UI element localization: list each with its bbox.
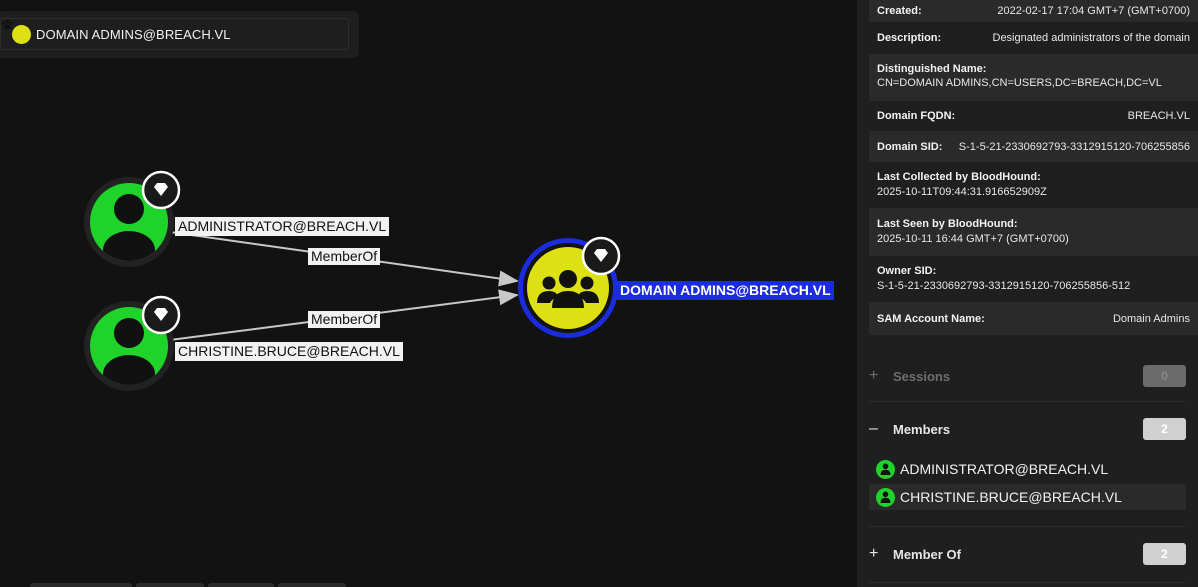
collapse-icon: –: [869, 420, 878, 437]
member-item-christine-bruce[interactable]: CHRISTINE.BRUCE@BREACH.VL: [869, 484, 1186, 510]
prop-key: Last Collected by BloodHound:: [877, 171, 1041, 183]
prop-key: Domain SID:: [877, 140, 943, 153]
graph-canvas[interactable]: DOMAIN ADMINS@BREACH.VL ADMINISTRATOR@BR…: [0, 0, 857, 587]
tier-zero-icon: [581, 236, 621, 276]
bottom-toolbar: [30, 583, 346, 587]
toolbar-tab[interactable]: [30, 583, 132, 587]
search-value: DOMAIN ADMINS@BREACH.VL: [36, 26, 231, 42]
user-icon: [876, 487, 895, 507]
entity-info-panel: Created: 2022-02-17 17:04 GMT+7 (GMT+070…: [857, 0, 1198, 587]
section-member-of[interactable]: + Member Of 2: [869, 540, 1186, 568]
prop-key: Created:: [877, 5, 922, 17]
count-badge: 2: [1143, 543, 1186, 565]
node-label-domain-admins[interactable]: DOMAIN ADMINS@BREACH.VL: [617, 281, 834, 300]
prop-key: SAM Account Name:: [877, 312, 985, 325]
divider: [869, 526, 1186, 527]
divider: [869, 401, 1186, 402]
prop-value: Designated administrators of the domain: [992, 32, 1191, 44]
search-input[interactable]: DOMAIN ADMINS@BREACH.VL: [0, 18, 349, 50]
expand-icon: +: [869, 367, 879, 384]
user-icon: [876, 459, 895, 479]
member-label: ADMINISTRATOR@BREACH.VL: [900, 461, 1109, 477]
section-title: Sessions: [893, 368, 951, 384]
member-item-administrator[interactable]: ADMINISTRATOR@BREACH.VL: [869, 456, 1186, 482]
prop-key: Owner SID:: [877, 265, 937, 277]
prop-created: Created: 2022-02-17 17:04 GMT+7 (GMT+070…: [869, 0, 1198, 22]
section-title: Members: [893, 421, 951, 437]
expand-icon: +: [869, 545, 879, 562]
search-panel: DOMAIN ADMINS@BREACH.VL: [0, 11, 359, 58]
member-label: CHRISTINE.BRUCE@BREACH.VL: [900, 489, 1122, 505]
section-members[interactable]: – Members 2: [869, 415, 1186, 443]
prop-distinguished-name: Distinguished Name: CN=DOMAIN ADMINS,CN=…: [869, 54, 1198, 101]
prop-last-seen: Last Seen by BloodHound: 2025-10-11 16:4…: [869, 208, 1198, 256]
prop-owner-sid: Owner SID: S-1-5-21-2330692793-331291512…: [869, 256, 1198, 302]
divider: [869, 582, 1186, 583]
toolbar-tab[interactable]: [136, 583, 204, 587]
prop-description: Description: Designated administrators o…: [869, 22, 1198, 54]
prop-key: Domain FQDN:: [877, 110, 956, 122]
node-christine-bruce[interactable]: [84, 295, 181, 393]
prop-value: 2025-10-11 16:44 GMT+7 (GMT+0700): [877, 233, 1069, 245]
prop-value: CN=DOMAIN ADMINS,CN=USERS,DC=BREACH,DC=V…: [877, 77, 1162, 89]
prop-key: Last Seen by BloodHound:: [877, 218, 1018, 230]
prop-key: Description:: [877, 32, 942, 44]
section-sessions[interactable]: + Sessions 0: [869, 362, 1186, 390]
node-domain-admins[interactable]: [518, 236, 621, 338]
section-title: Member Of: [893, 546, 961, 562]
group-icon: [1, 19, 31, 44]
prop-key: Distinguished Name:: [877, 63, 987, 75]
prop-domain-fqdn: Domain FQDN: BREACH.VL: [869, 101, 1198, 131]
prop-value: S-1-5-21-2330692793-3312915120-706255856: [958, 140, 1190, 153]
edge-label-memberof[interactable]: MemberOf: [308, 248, 381, 265]
prop-value: BREACH.VL: [1127, 110, 1190, 122]
tier-zero-icon: [141, 295, 181, 335]
tier-zero-icon: [141, 170, 181, 210]
node-label-administrator[interactable]: ADMINISTRATOR@BREACH.VL: [175, 217, 390, 236]
prop-last-collected: Last Collected by BloodHound: 2025-10-11…: [869, 162, 1198, 208]
edge-label-memberof[interactable]: MemberOf: [308, 311, 381, 328]
count-badge: 2: [1143, 418, 1186, 440]
prop-value: Domain Admins: [1112, 312, 1190, 325]
toolbar-tab[interactable]: [208, 583, 274, 587]
prop-domain-sid: Domain SID: S-1-5-21-2330692793-33129151…: [869, 131, 1198, 162]
prop-value: 2025-10-11T09:44:31.916652909Z: [877, 186, 1047, 198]
node-administrator[interactable]: [84, 170, 181, 269]
node-label-christine-bruce[interactable]: CHRISTINE.BRUCE@BREACH.VL: [175, 342, 403, 361]
count-badge: 0: [1143, 365, 1186, 387]
prop-value: S-1-5-21-2330692793-3312915120-706255856…: [877, 280, 1131, 292]
prop-value: 2022-02-17 17:04 GMT+7 (GMT+0700): [997, 5, 1190, 17]
prop-sam-account-name: SAM Account Name: Domain Admins: [869, 302, 1198, 335]
toolbar-tab[interactable]: [278, 583, 346, 587]
